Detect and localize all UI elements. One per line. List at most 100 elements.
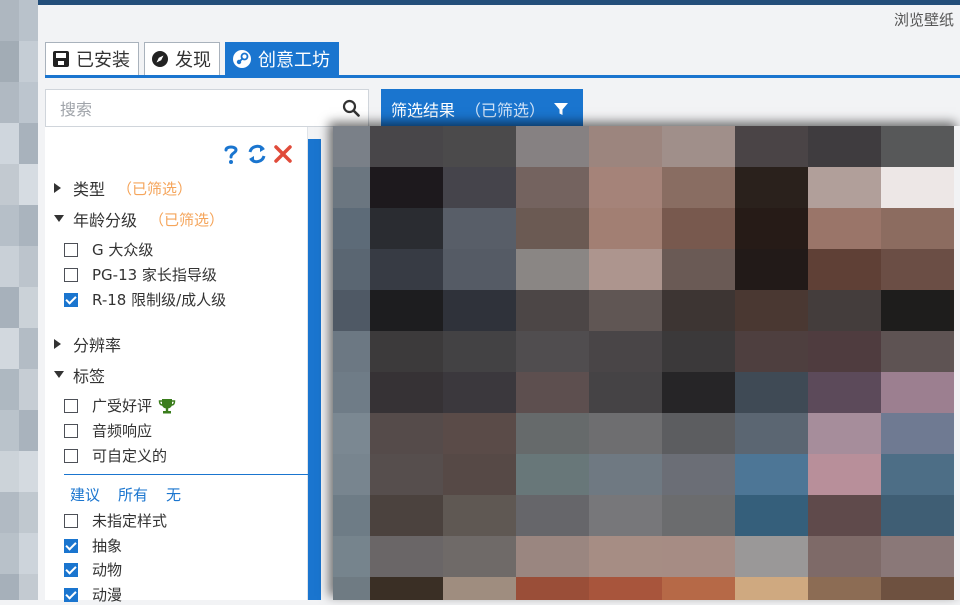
strip-tile	[19, 492, 38, 533]
strip-tile	[19, 410, 38, 451]
mosaic-tile	[662, 495, 735, 536]
mosaic-tile	[589, 536, 662, 577]
tab-installed-label: 已安装	[76, 50, 130, 71]
option-label: PG-13 家长指导级	[92, 266, 217, 284]
mosaic-tile	[881, 495, 954, 536]
mosaic-tile	[662, 372, 735, 413]
mosaic-tile	[370, 454, 443, 495]
search-icon[interactable]	[342, 99, 360, 121]
mosaic-tile	[808, 454, 881, 495]
tab-workshop[interactable]: 创意工坊	[225, 42, 339, 75]
mosaic-tile	[589, 454, 662, 495]
help-icon[interactable]	[221, 143, 241, 169]
filter-results-button[interactable]: 筛选结果 （已筛选）	[381, 89, 583, 129]
mosaic-tile	[589, 372, 662, 413]
option-style-abstract[interactable]: 抽象	[64, 535, 122, 556]
link-suggest[interactable]: 建议	[70, 484, 100, 505]
mosaic-tile	[735, 536, 808, 577]
option-label: 可自定义的	[92, 447, 168, 465]
refresh-icon[interactable]	[246, 143, 268, 169]
checkbox-checked[interactable]	[64, 292, 78, 307]
tab-discover[interactable]: 发现	[144, 42, 220, 75]
option-label: 广受好评	[92, 397, 153, 415]
mosaic-tile	[333, 413, 370, 454]
mosaic-tile	[443, 454, 516, 495]
checkbox[interactable]	[64, 242, 78, 257]
strip-tile	[19, 533, 38, 574]
trophy-icon	[158, 397, 176, 415]
caret-right-icon	[53, 182, 65, 194]
mosaic-tile	[443, 290, 516, 331]
section-age-label: 年龄分级	[73, 211, 138, 230]
option-style-anime[interactable]: 动漫	[64, 584, 122, 605]
option-age-pg13[interactable]: PG-13 家长指导级	[64, 264, 217, 285]
option-label: 抽象	[92, 537, 123, 555]
mosaic-tile	[370, 249, 443, 290]
mosaic-tile	[662, 249, 735, 290]
mosaic-tile	[662, 167, 735, 208]
link-all[interactable]: 所有	[118, 484, 148, 505]
browse-wallpaper-link[interactable]: 浏览壁纸	[894, 9, 954, 30]
option-tag-customizable[interactable]: 可自定义的	[64, 445, 167, 466]
option-label: G 大众级	[92, 241, 154, 259]
strip-tile	[0, 533, 19, 574]
mosaic-tile	[808, 249, 881, 290]
strip-tile	[19, 574, 38, 600]
mosaic-tile	[589, 495, 662, 536]
sidebar-scrollbar[interactable]	[308, 139, 321, 600]
strip-tile	[0, 574, 19, 600]
checkbox[interactable]	[64, 513, 78, 528]
option-age-r18[interactable]: R-18 限制级/成人级	[64, 289, 226, 310]
mosaic-tile	[443, 536, 516, 577]
tab-installed[interactable]: 已安装	[45, 42, 139, 75]
mosaic-tile	[333, 208, 370, 249]
section-age[interactable]: 年龄分级 （已筛选）	[53, 207, 224, 231]
save-icon	[52, 50, 70, 68]
mosaic-tile	[881, 331, 954, 372]
funnel-icon	[554, 103, 569, 115]
tab-bar: 已安装 发现 创意工坊	[45, 42, 339, 75]
strip-tile	[19, 287, 38, 328]
link-none[interactable]: 无	[166, 484, 181, 505]
mosaic-tile	[370, 413, 443, 454]
option-label: 未指定样式	[92, 512, 168, 530]
checkbox-checked[interactable]	[64, 562, 78, 577]
section-type[interactable]: 类型 （已筛选）	[53, 176, 192, 200]
checkbox-checked[interactable]	[64, 587, 78, 602]
close-icon[interactable]	[273, 143, 293, 169]
option-tag-audio[interactable]: 音频响应	[64, 420, 152, 441]
strip-tile	[0, 123, 19, 164]
tag-quick-links: 建议 所有 无	[70, 484, 181, 505]
mosaic-tile	[589, 413, 662, 454]
mosaic-tile	[662, 577, 735, 600]
checkbox[interactable]	[64, 267, 78, 282]
mosaic-tile	[370, 372, 443, 413]
mosaic-tile	[662, 536, 735, 577]
mosaic-tile	[881, 126, 954, 167]
option-style-animal[interactable]: 动物	[64, 559, 122, 580]
option-age-g[interactable]: G 大众级	[64, 239, 153, 260]
search-input[interactable]	[46, 90, 332, 128]
tab-discover-label: 发现	[175, 50, 211, 71]
checkbox[interactable]	[64, 448, 78, 463]
tag-divider	[64, 474, 308, 475]
mosaic-tile	[735, 495, 808, 536]
option-style-unspecified[interactable]: 未指定样式	[64, 510, 167, 531]
mosaic-tile	[662, 454, 735, 495]
mosaic-tile	[370, 126, 443, 167]
mosaic-tile	[443, 208, 516, 249]
mosaic-tile	[370, 167, 443, 208]
checkbox[interactable]	[64, 398, 78, 413]
strip-tile	[19, 451, 38, 492]
filter-results-label: 筛选结果	[391, 101, 456, 120]
filter-controls	[221, 143, 293, 169]
option-tag-popular[interactable]: 广受好评	[64, 395, 176, 416]
section-tags[interactable]: 标签	[53, 363, 105, 387]
checkbox[interactable]	[64, 423, 78, 438]
search-box	[45, 89, 369, 128]
mosaic-tile	[589, 331, 662, 372]
mosaic-tile	[516, 454, 589, 495]
checkbox-checked[interactable]	[64, 538, 78, 553]
mosaic-tile	[735, 167, 808, 208]
section-resolution[interactable]: 分辨率	[53, 332, 121, 356]
